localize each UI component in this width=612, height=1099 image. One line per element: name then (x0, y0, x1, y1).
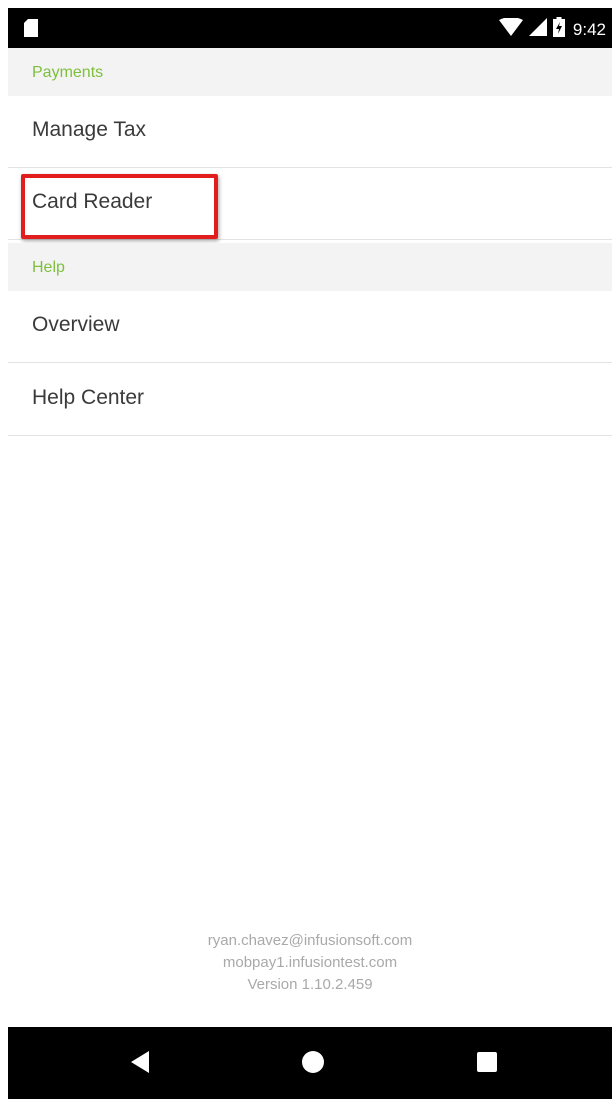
footer-info: ryan.chavez@infusionsoft.com mobpay1.inf… (8, 930, 612, 996)
battery-icon (552, 17, 565, 42)
account-email: ryan.chavez@infusionsoft.com (207, 932, 413, 949)
sd-card-icon (24, 19, 38, 42)
signal-icon (528, 18, 547, 41)
menu-item-label: Manage Tax (32, 118, 147, 141)
menu-item-label: Overview (32, 313, 120, 336)
menu-item-help-center[interactable]: Help Center (8, 364, 612, 436)
recents-icon[interactable] (477, 1052, 497, 1077)
section-header-help: Help (8, 243, 612, 291)
status-time: 9:42 (572, 19, 606, 39)
highlight-box (21, 174, 218, 239)
menu-item-label: Help Center (32, 386, 145, 409)
app-version: Version 1.10.2.459 (247, 976, 373, 993)
screen: 9:42 Payments Manage Tax Card Reader Hel… (8, 8, 612, 1099)
section-header-label: Help (32, 259, 65, 276)
section-header-label: Payments (32, 64, 104, 81)
navigation-bar (8, 1027, 612, 1099)
account-domain: mobpay1.infusiontest.com (222, 954, 398, 971)
section-header-payments: Payments (8, 48, 612, 96)
menu-item-overview[interactable]: Overview (8, 291, 612, 363)
home-icon[interactable] (302, 1051, 324, 1078)
back-icon[interactable] (131, 1051, 149, 1078)
status-bar: 9:42 (8, 8, 612, 48)
menu-item-manage-tax[interactable]: Manage Tax (8, 96, 612, 168)
wifi-icon (498, 17, 523, 41)
